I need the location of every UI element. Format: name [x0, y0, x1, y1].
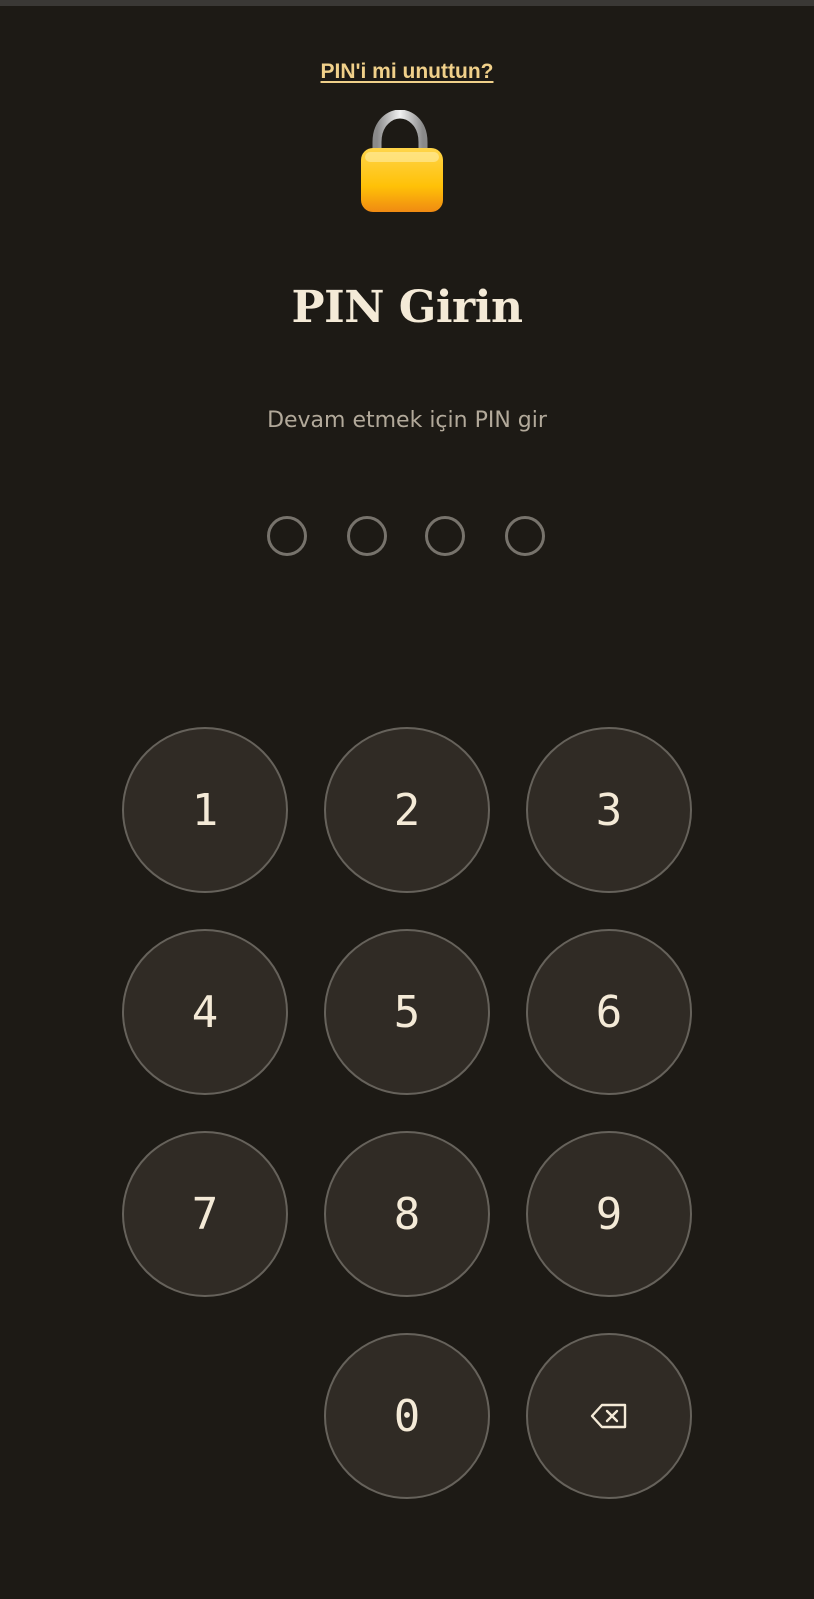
key-9[interactable]: 9 — [526, 1131, 692, 1297]
key-6[interactable]: 6 — [526, 929, 692, 1095]
page-title: PIN Girin — [291, 282, 523, 333]
key-8[interactable]: 8 — [324, 1131, 490, 1297]
key-1[interactable]: 1 — [122, 727, 288, 893]
padlock-icon — [357, 109, 457, 220]
key-5[interactable]: 5 — [324, 929, 490, 1095]
key-7[interactable]: 7 — [122, 1131, 288, 1297]
pin-dot — [347, 516, 387, 556]
key-2[interactable]: 2 — [324, 727, 490, 893]
status-strip — [0, 0, 814, 6]
instruction-text: Devam etmek için PIN gir — [267, 408, 547, 433]
pin-indicator — [267, 516, 547, 556]
backspace-button[interactable] — [526, 1333, 692, 1499]
pin-dot — [505, 516, 545, 556]
key-4[interactable]: 4 — [122, 929, 288, 1095]
key-3[interactable]: 3 — [526, 727, 692, 893]
backspace-icon — [590, 1403, 627, 1429]
pin-lock-screen: PIN'i mi unuttun? PIN Girin Devam etmek — [0, 0, 814, 1599]
key-0[interactable]: 0 — [324, 1333, 490, 1499]
forgot-pin-link[interactable]: PIN'i mi unuttun? — [0, 60, 814, 84]
pin-dot — [425, 516, 465, 556]
pin-dot — [267, 516, 307, 556]
